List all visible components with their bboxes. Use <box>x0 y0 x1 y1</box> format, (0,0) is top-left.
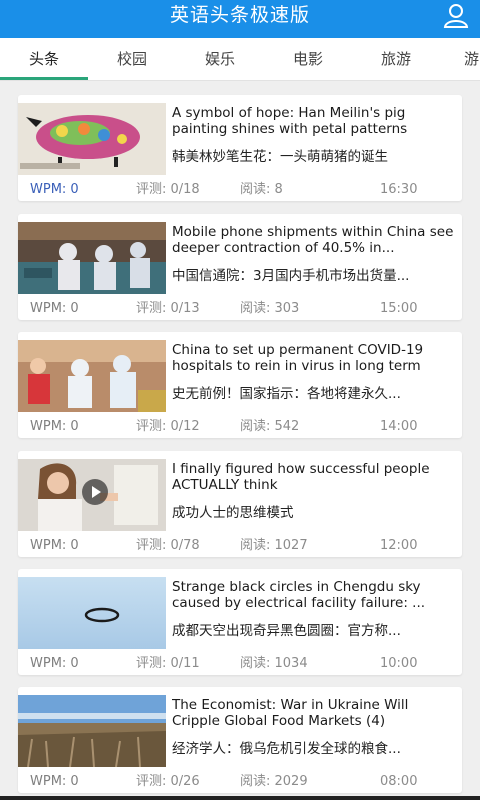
article-title-cn: 中国信通院：3月国内手机市场出货量... <box>172 268 410 284</box>
black-ring-sky-image <box>18 577 166 649</box>
read-count: 阅读: 1027 <box>240 538 308 553</box>
active-tab-indicator <box>0 77 88 80</box>
test-count: 评测: 0/12 <box>136 419 200 434</box>
test-count: 评测: 0/26 <box>136 774 200 789</box>
play-icon[interactable] <box>82 479 108 505</box>
medical-workers-image <box>18 340 166 412</box>
wpm-value: WPM: 0 <box>30 182 79 197</box>
video-woman-image <box>18 459 166 531</box>
read-count: 阅读: 2029 <box>240 774 308 789</box>
read-count: 阅读: 1034 <box>240 656 308 671</box>
category-tabs: 头条 校园 娱乐 电影 旅游 游 <box>0 38 480 81</box>
wpm-value: WPM: 0 <box>30 774 79 789</box>
test-count: 评测: 0/18 <box>136 182 200 197</box>
test-count: 评测: 0/78 <box>136 538 200 553</box>
article-title-en: I finally figured how successful people … <box>172 461 430 493</box>
tab-label: 游 <box>464 50 480 68</box>
tab-entertainment[interactable]: 娱乐 <box>176 38 264 80</box>
tab-label: 电影 <box>292 50 323 68</box>
test-count: 评测: 0/13 <box>136 301 200 316</box>
article-meta: WPM: 0 评测: 0/13 阅读: 303 15:00 <box>18 299 462 319</box>
publish-time: 10:00 <box>380 656 418 671</box>
article-card[interactable]: Strange black circles in Chengdu sky cau… <box>18 569 462 675</box>
article-title-en: A symbol of hope: Han Meilin's pig paint… <box>172 105 408 137</box>
read-count: 阅读: 303 <box>240 301 300 316</box>
publish-time: 08:00 <box>380 774 418 789</box>
tab-movies[interactable]: 电影 <box>264 38 352 80</box>
article-meta: WPM: 0 评测: 0/78 阅读: 1027 12:00 <box>18 536 462 556</box>
tab-label: 校园 <box>116 50 147 68</box>
tab-travel[interactable]: 旅游 <box>352 38 440 80</box>
article-meta: WPM: 0 评测: 0/12 阅读: 542 14:00 <box>18 417 462 437</box>
publish-time: 14:00 <box>380 419 418 434</box>
article-meta: WPM: 0 评测: 0/18 阅读: 8 16:30 <box>18 180 462 200</box>
wpm-value: WPM: 0 <box>30 301 79 316</box>
article-card[interactable]: I finally figured how successful people … <box>18 451 462 557</box>
article-meta: WPM: 0 评测: 0/11 阅读: 1034 10:00 <box>18 654 462 674</box>
article-title-cn: 史无前例！国家指示：各地将建永久... <box>172 386 401 402</box>
tab-games-partial[interactable]: 游 <box>440 38 480 80</box>
read-count: 阅读: 542 <box>240 419 300 434</box>
article-card[interactable]: A symbol of hope: Han Meilin's pig paint… <box>18 95 462 201</box>
user-icon[interactable] <box>442 2 470 30</box>
dry-field-image <box>18 695 166 767</box>
wpm-value: WPM: 0 <box>30 538 79 553</box>
tab-headlines[interactable]: 头条 <box>0 38 88 80</box>
article-meta: WPM: 0 评测: 0/26 阅读: 2029 08:00 <box>18 772 462 792</box>
tab-label: 娱乐 <box>204 50 235 68</box>
article-title-cn: 经济学人：俄乌危机引发全球的粮食... <box>172 741 401 757</box>
article-title-cn: 韩美林妙笔生花：一头萌萌猪的诞生 <box>172 149 388 165</box>
tab-label: 旅游 <box>380 50 411 68</box>
factory-workers-image <box>18 222 166 294</box>
publish-time: 12:00 <box>380 538 418 553</box>
tab-campus[interactable]: 校园 <box>88 38 176 80</box>
article-title-en: The Economist: War in Ukraine Will Cripp… <box>172 697 409 729</box>
article-title-en: Strange black circles in Chengdu sky cau… <box>172 579 426 611</box>
publish-time: 16:30 <box>380 182 418 197</box>
tab-label: 头条 <box>28 50 59 68</box>
article-list: A symbol of hope: Han Meilin's pig paint… <box>0 81 480 800</box>
bottom-edge <box>0 796 480 800</box>
wpm-value: WPM: 0 <box>30 656 79 671</box>
pig-painting-image <box>18 103 166 175</box>
read-count: 阅读: 8 <box>240 182 283 197</box>
article-title-en: China to set up permanent COVID-19 hospi… <box>172 342 424 374</box>
article-title-cn: 成都天空出现奇异黑色圆圈：官方称... <box>172 623 401 639</box>
article-card[interactable]: The Economist: War in Ukraine Will Cripp… <box>18 687 462 793</box>
article-title-en: Mobile phone shipments within China see … <box>172 224 454 256</box>
test-count: 评测: 0/11 <box>136 656 200 671</box>
publish-time: 15:00 <box>380 301 418 316</box>
wpm-value: WPM: 0 <box>30 419 79 434</box>
app-title: 英语头条极速版 <box>169 4 310 26</box>
top-bar: 英语头条极速版 <box>0 0 480 38</box>
article-card[interactable]: China to set up permanent COVID-19 hospi… <box>18 332 462 438</box>
article-title-cn: 成功人士的思维模式 <box>172 505 294 521</box>
article-card[interactable]: Mobile phone shipments within China see … <box>18 214 462 320</box>
